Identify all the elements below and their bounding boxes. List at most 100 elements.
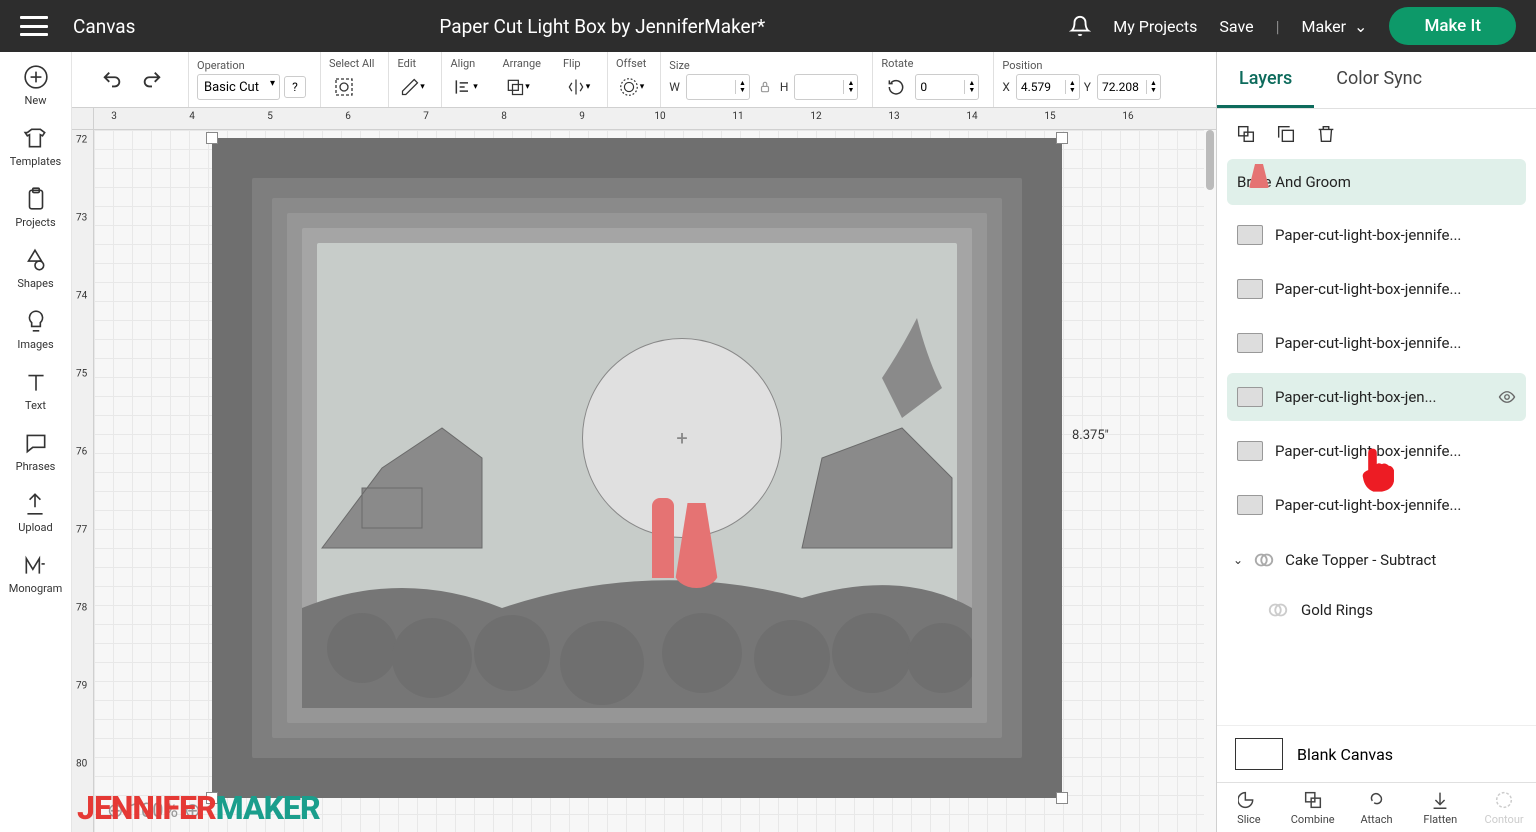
align-label: Align	[450, 57, 475, 70]
position-label: Position	[1002, 59, 1042, 72]
flip-group: Flip ▾	[555, 52, 601, 107]
sidebar-new[interactable]: New	[23, 64, 49, 107]
my-projects-link[interactable]: My Projects	[1113, 17, 1197, 36]
horizontal-ruler: 345678910111213141516	[94, 108, 1216, 130]
ruler-tick: 6	[345, 111, 351, 122]
footer-label: Combine	[1291, 813, 1335, 826]
sidebar-label: Text	[25, 399, 46, 412]
monogram-icon	[22, 552, 48, 578]
toolbar: Operation Basic Cut ? Select All Edit ▾ …	[72, 52, 1216, 108]
contour-icon	[1493, 789, 1515, 811]
menu-icon[interactable]	[20, 16, 48, 36]
sidebar-upload[interactable]: Upload	[18, 491, 52, 534]
arrange-group: Arrange ▾	[494, 52, 548, 107]
flatten-icon	[1429, 789, 1451, 811]
make-it-button[interactable]: Make It	[1389, 7, 1516, 45]
canvas-label: Canvas	[73, 15, 135, 38]
help-button[interactable]: ?	[284, 76, 306, 98]
sidebar-label: Projects	[15, 216, 55, 229]
eye-icon[interactable]	[1498, 388, 1516, 406]
footer-combine[interactable]: Combine	[1281, 789, 1345, 826]
operation-group: Operation Basic Cut ?	[188, 52, 314, 107]
footer-flatten[interactable]: Flatten	[1408, 789, 1472, 826]
top-bar: Canvas Paper Cut Light Box by JenniferMa…	[0, 0, 1536, 52]
artwork-selection[interactable]: +	[212, 138, 1062, 798]
x-label: X	[1002, 80, 1010, 94]
ruler-tick: 14	[966, 111, 977, 122]
layer-item[interactable]: Bride And Groom	[1227, 159, 1526, 205]
y-input[interactable]: ▲▼	[1097, 74, 1161, 100]
operation-label: Operation	[197, 59, 245, 72]
sidebar-projects[interactable]: Projects	[15, 186, 55, 229]
align-button[interactable]: ▾	[450, 72, 480, 102]
y-label: Y	[1084, 80, 1091, 94]
edit-button[interactable]: ▾	[397, 72, 427, 102]
divider: |	[1276, 17, 1280, 36]
flip-button[interactable]: ▾	[563, 72, 593, 102]
machine-selector[interactable]: Maker ⌄	[1302, 17, 1368, 36]
h-label: H	[780, 80, 789, 94]
layer-item[interactable]: Paper-cut-light-box-jennife...	[1227, 265, 1526, 313]
layer-item[interactable]: Paper-cut-light-box-jennife...	[1227, 319, 1526, 367]
undo-button[interactable]	[97, 65, 127, 95]
layer-group[interactable]: ⌄ Cake Topper - Subtract	[1227, 535, 1526, 585]
blank-canvas-row[interactable]: Blank Canvas	[1217, 725, 1536, 782]
ruler-tick: 75	[76, 369, 87, 380]
sidebar-images[interactable]: Images	[17, 308, 53, 351]
duplicate-icon[interactable]	[1275, 123, 1297, 145]
lock-icon[interactable]	[758, 80, 772, 94]
save-link[interactable]: Save	[1219, 17, 1253, 36]
layers-toolbar	[1217, 109, 1536, 159]
ruler-tick: 10	[654, 111, 665, 122]
tab-layers[interactable]: Layers	[1217, 52, 1314, 108]
sidebar-text[interactable]: Text	[23, 369, 49, 412]
canvas-area[interactable]: 345678910111213141516 727374757677787980…	[72, 108, 1216, 832]
plus-circle-icon	[23, 64, 49, 90]
ruler-tick: 78	[76, 603, 87, 614]
rotate-button[interactable]	[881, 72, 911, 102]
rotate-label: Rotate	[881, 57, 913, 70]
upload-icon	[22, 491, 48, 517]
size-group: Size W ▲▼ H ▲▼	[660, 52, 866, 107]
layer-name: Paper-cut-light-box-jennife...	[1275, 334, 1516, 352]
sidebar-templates[interactable]: Templates	[10, 125, 61, 168]
width-input[interactable]: ▲▼	[686, 74, 750, 100]
sidebar-phrases[interactable]: Phrases	[16, 430, 56, 473]
footer-label: Flatten	[1423, 813, 1457, 826]
ruler-tick: 13	[888, 111, 899, 122]
ruler-tick: 74	[76, 291, 87, 302]
sidebar-label: Images	[17, 338, 53, 351]
operation-select[interactable]: Basic Cut	[197, 74, 280, 100]
layer-name: Paper-cut-light-box-jennife...	[1275, 496, 1516, 514]
layer-item[interactable]: Paper-cut-light-box-jennife...	[1227, 211, 1526, 259]
workarea: Operation Basic Cut ? Select All Edit ▾ …	[72, 52, 1216, 832]
sidebar-label: Upload	[18, 521, 52, 534]
trash-icon[interactable]	[1315, 123, 1337, 145]
select-all-button[interactable]	[329, 72, 359, 102]
redo-button[interactable]	[137, 65, 167, 95]
edit-label: Edit	[397, 57, 416, 70]
offset-button[interactable]: ▾	[616, 72, 646, 102]
chevron-down-icon: ⌄	[1233, 553, 1243, 567]
tab-color-sync[interactable]: Color Sync	[1314, 52, 1444, 108]
ruler-tick: 3	[111, 111, 117, 122]
layer-item-child[interactable]: Gold Rings	[1227, 585, 1526, 635]
panel-footer: SliceCombineAttachFlattenContour	[1217, 782, 1536, 832]
height-input[interactable]: ▲▼	[794, 74, 858, 100]
sidebar-shapes[interactable]: Shapes	[17, 247, 53, 290]
rotate-input[interactable]: ▲▼	[915, 74, 979, 100]
arrange-label: Arrange	[502, 57, 540, 70]
sidebar-monogram[interactable]: Monogram	[9, 552, 63, 595]
machine-label: Maker	[1302, 17, 1347, 36]
ruler-tick: 79	[76, 681, 87, 692]
dimension-label: 8.375"	[1072, 428, 1109, 443]
ruler-tick: 7	[423, 111, 429, 122]
footer-slice[interactable]: Slice	[1217, 789, 1281, 826]
vertical-scrollbar[interactable]	[1206, 130, 1214, 190]
arrange-button[interactable]: ▾	[502, 72, 532, 102]
x-input[interactable]: ▲▼	[1016, 74, 1080, 100]
layer-item[interactable]: Paper-cut-light-box-jen...	[1227, 373, 1526, 421]
bell-icon[interactable]	[1069, 15, 1091, 37]
group-icon[interactable]	[1235, 123, 1257, 145]
footer-attach[interactable]: Attach	[1345, 789, 1409, 826]
